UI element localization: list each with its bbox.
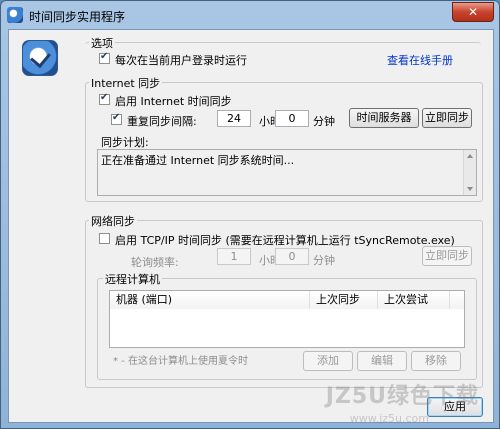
internet-sync-now-button[interactable]: 立即同步 [422, 108, 472, 128]
run-at-login-checkbox[interactable] [99, 51, 110, 64]
enable-internet-sync-checkbox[interactable] [99, 92, 110, 105]
app-icon [7, 7, 23, 23]
online-manual-link[interactable]: 查看在线手册 [387, 52, 453, 68]
enable-internet-sync-label: 启用 Internet 时间同步 [115, 95, 232, 108]
internet-sync-group-title: Internet 同步 [89, 75, 163, 91]
title-bar[interactable]: 时间同步实用程序 ✕ [1, 1, 499, 29]
add-button[interactable]: 添加 [303, 351, 353, 371]
app-window: 时间同步实用程序 ✕ 选项 每次在当前用户登录时运行 查看在线手册 Intern… [0, 0, 500, 429]
options-group-title: 选项 [89, 35, 115, 51]
dst-hint: * - 在这台计算机上使用夏令时 [113, 356, 248, 367]
enable-tcp-sync-checkbox[interactable] [99, 233, 110, 244]
remove-button[interactable]: 移除 [411, 351, 461, 371]
scroll-down-icon[interactable] [467, 187, 473, 191]
network-minutes-unit: 分钟 [313, 254, 335, 267]
network-sync-now-button[interactable]: 立即同步 [422, 246, 472, 266]
window-title: 时间同步实用程序 [29, 10, 126, 24]
edit-button[interactable]: 编辑 [357, 351, 407, 371]
repeat-interval-checkbox[interactable] [111, 112, 122, 125]
enable-tcp-sync-label: 启用 TCP/IP 时间同步 (需要在远程计算机上运行 tSyncRemote.… [115, 234, 455, 247]
internet-minutes-input[interactable]: 0 [275, 110, 309, 127]
poll-frequency-label: 轮询频率: [131, 256, 179, 269]
sync-schedule-text: 正在准备通过 Internet 同步系统时间... [101, 154, 295, 167]
watermark-url: www.jz5u.com [349, 412, 429, 425]
network-minutes-input[interactable]: 0 [275, 248, 309, 265]
network-sync-group-title: 网络同步 [89, 213, 137, 229]
sync-schedule-log: 正在准备通过 Internet 同步系统时间... [97, 149, 477, 196]
internet-minutes-unit: 分钟 [313, 115, 335, 128]
column-header-last-sync[interactable]: 上次同步 [310, 291, 378, 309]
column-header-last-attempt[interactable]: 上次尝试 [378, 291, 450, 309]
close-button[interactable]: ✕ [452, 2, 494, 22]
remote-computers-table[interactable]: 机器 (端口) 上次同步 上次尝试 [109, 290, 465, 348]
watermark-logo: JZ5U绿色下载 [325, 384, 479, 409]
run-at-login-label: 每次在当前用户登录时运行 [115, 54, 247, 67]
repeat-interval-label: 重复同步间隔: [127, 115, 197, 128]
log-scrollbar[interactable] [463, 150, 476, 195]
clock-check-icon [22, 40, 58, 76]
time-servers-button[interactable]: 时间服务器 [349, 108, 419, 128]
network-hours-input[interactable]: 1 [217, 248, 251, 265]
internet-hours-input[interactable]: 24 [217, 110, 251, 127]
sync-schedule-label: 同步计划: [101, 136, 149, 149]
dialog-body: 选项 每次在当前用户登录时运行 查看在线手册 Internet 同步 启用 In… [8, 29, 494, 423]
column-header-machine[interactable]: 机器 (端口) [110, 291, 310, 309]
scroll-up-icon[interactable] [467, 154, 473, 158]
remote-computers-group-title: 远程计算机 [103, 271, 162, 287]
column-header-filler [450, 291, 464, 309]
